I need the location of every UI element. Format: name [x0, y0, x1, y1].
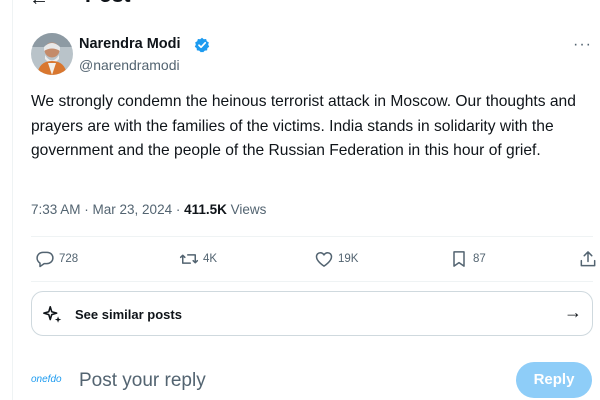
- like-count: 19K: [338, 253, 359, 265]
- share-action[interactable]: [578, 248, 600, 270]
- post-date[interactable]: Mar 23, 2024: [93, 202, 173, 217]
- heart-icon: [315, 252, 333, 267]
- meta-separator: ·: [80, 202, 93, 217]
- more-options-icon[interactable]: ···: [573, 36, 592, 54]
- verified-badge-icon: [194, 37, 210, 53]
- meta-separator: ·: [172, 202, 185, 217]
- sparkle-icon: [42, 304, 64, 326]
- repost-count: 4K: [203, 253, 218, 265]
- reply-button[interactable]: Reply: [516, 362, 592, 398]
- arrow-left-icon[interactable]: ←: [29, 0, 49, 11]
- reply-count: 728: [59, 253, 79, 265]
- views-count: 411.5K: [184, 202, 227, 217]
- see-similar-label: See similar posts: [75, 307, 182, 322]
- like-action[interactable]: 19K: [314, 248, 358, 270]
- reply-icon: [36, 251, 54, 268]
- user-avatar[interactable]: onefdo: [31, 374, 62, 385]
- divider: [31, 281, 593, 282]
- arrow-right-icon: →: [564, 302, 582, 322]
- bookmark-icon: [453, 251, 465, 267]
- views-label: Views: [230, 202, 267, 217]
- author-avatar[interactable]: [31, 33, 73, 75]
- post-meta: 7:33 AM · Mar 23, 2024 · 411.5K Views: [31, 202, 266, 217]
- repost-icon: [179, 254, 199, 264]
- author-name[interactable]: Narendra Modi: [79, 36, 181, 52]
- post-text: We strongly condemn the heinous terroris…: [31, 93, 576, 159]
- top-bar: ← Post: [13, 0, 600, 10]
- post-time[interactable]: 7:33 AM: [31, 202, 81, 217]
- bookmark-count: 87: [473, 253, 486, 265]
- see-similar-posts-button[interactable]: See similar posts →: [31, 291, 593, 336]
- reply-input[interactable]: Post your reply: [79, 370, 206, 392]
- post-detail-panel: ← Post Narendra Modi @narendramodi ··· W…: [12, 0, 600, 400]
- share-icon: [580, 251, 596, 267]
- reply-action[interactable]: 728: [35, 248, 78, 270]
- page-title: Post: [85, 0, 131, 8]
- divider: [31, 236, 593, 237]
- author-handle[interactable]: @narendramodi: [79, 57, 180, 73]
- repost-action[interactable]: 4K: [179, 248, 217, 270]
- bookmark-action[interactable]: 87: [449, 248, 486, 270]
